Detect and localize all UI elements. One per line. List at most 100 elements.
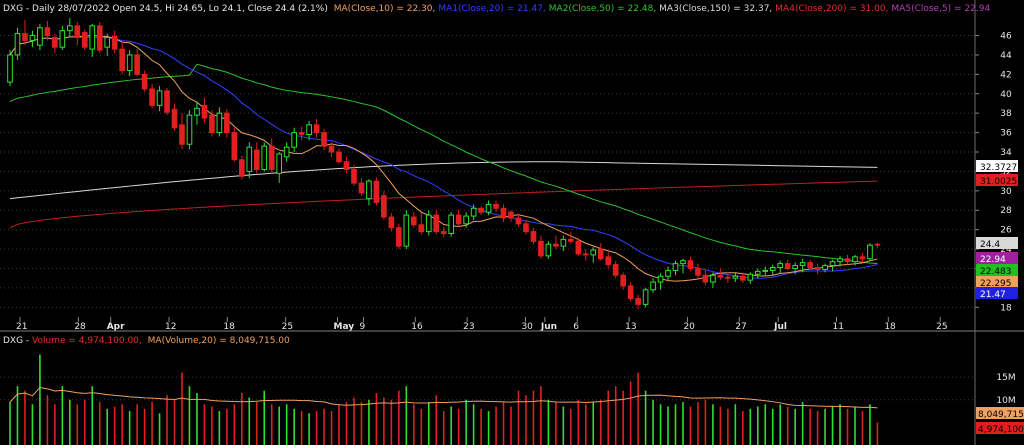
candle-down <box>164 90 170 113</box>
date-axis-labels: 21 28 Apr 12 18 25 May 9 16 23 30 Jun 6 13 20 27 Jul 11 18… <box>16 317 948 332</box>
volume-tag-label: 4,974,100 <box>978 425 1024 435</box>
candle-up <box>89 25 96 50</box>
candle-up <box>485 203 492 213</box>
price-tick-label: 44 <box>1000 51 1012 61</box>
volume-bar <box>712 404 714 445</box>
candle-up <box>650 281 656 291</box>
volume-bar <box>121 404 123 445</box>
volume-bar <box>816 411 819 445</box>
volume-bar <box>592 402 595 445</box>
candle-up <box>14 33 21 56</box>
volume-bar <box>46 395 49 445</box>
volume-bar <box>876 422 879 445</box>
candle-down <box>725 276 731 279</box>
candle-down <box>627 285 634 300</box>
candle-down <box>493 203 499 209</box>
ma10-line <box>9 34 878 282</box>
volume-bar <box>682 402 684 445</box>
volume-bar <box>196 392 198 445</box>
candle-down <box>209 114 215 134</box>
volume-bar <box>794 408 796 445</box>
candle-down <box>530 231 537 242</box>
volume-bar <box>83 399 86 445</box>
volume-bar <box>809 408 811 445</box>
volume-bar <box>854 406 856 445</box>
volume-bar <box>368 399 370 445</box>
volume-bar <box>562 406 565 445</box>
volume-bar <box>517 390 520 445</box>
volume-bar <box>532 390 535 445</box>
volume-bar <box>166 395 168 445</box>
volume-bar <box>323 408 325 445</box>
price-tick-label: 34 <box>1000 148 1012 158</box>
candle-up <box>754 270 761 275</box>
volume-bar <box>427 402 430 445</box>
volume-bar <box>801 402 804 445</box>
volume-bar <box>839 404 841 445</box>
ma-legend-item: MA(Close,10) = 22.30, <box>334 4 436 14</box>
candle-up <box>470 207 477 217</box>
volume-bar <box>383 397 385 445</box>
volume-bar <box>756 406 759 445</box>
candle-down <box>455 214 462 225</box>
volume-bar <box>502 402 505 445</box>
volume-bar <box>300 411 303 445</box>
ma-legend-item: MA2(Close,50) = 22.48, <box>549 4 656 14</box>
price-tick-label: 18 <box>1000 303 1012 313</box>
candle-down <box>238 159 245 177</box>
volume-bar <box>345 402 348 445</box>
volume-bar <box>203 404 206 445</box>
candle-down <box>44 27 51 37</box>
candle-down <box>635 298 641 305</box>
candle-down <box>388 216 395 229</box>
candle-down <box>336 151 342 163</box>
volume-bar <box>577 399 580 445</box>
volume-bar <box>674 404 677 445</box>
stock-chart: 464442403836343230282624222018 32.372731… <box>0 0 1024 445</box>
price-tick-label: 30 <box>1000 187 1012 197</box>
volume-bar <box>338 404 340 445</box>
volume-bar <box>241 392 243 445</box>
price-tag-label: 32.3727 <box>980 163 1017 173</box>
volume-bar <box>151 402 153 445</box>
candle-down <box>538 240 544 257</box>
candle-up <box>156 90 163 106</box>
candle-down <box>814 267 821 270</box>
volume-bar <box>390 399 393 445</box>
volume-bar <box>861 411 864 445</box>
volume-bar <box>188 386 191 445</box>
candle-down <box>149 88 155 106</box>
volume-bar <box>824 408 826 445</box>
volume-bar <box>61 386 64 445</box>
volume-bar <box>510 406 512 445</box>
candle-up <box>642 289 649 305</box>
candle-up <box>777 263 784 268</box>
volume-bar <box>113 406 116 445</box>
candle-down <box>695 267 701 276</box>
volume-bar <box>278 406 280 445</box>
candle-down <box>321 132 327 147</box>
volume-bar <box>637 372 639 445</box>
volume-bar <box>697 402 699 445</box>
volume-bar <box>270 404 273 445</box>
volume-bar <box>659 404 662 445</box>
price-tick-label: 46 <box>1000 32 1012 42</box>
candle-up <box>545 243 552 257</box>
ma-legend-item: MA1(Close,20) = 21.47, <box>438 4 545 14</box>
volume-bar <box>727 408 729 445</box>
volume-bar <box>360 402 363 445</box>
volume-bar <box>570 408 572 445</box>
candle-down <box>784 263 791 269</box>
candle-down <box>568 238 574 242</box>
candle-up <box>261 145 268 170</box>
candle-down <box>253 149 260 170</box>
candle-up <box>672 263 679 271</box>
candle-down <box>22 33 28 41</box>
volume-bar <box>405 386 408 445</box>
volume-bar <box>39 354 41 445</box>
volume-bar <box>315 411 318 445</box>
ma200-line <box>9 180 878 229</box>
candle-down <box>351 168 357 184</box>
candle-up <box>67 25 73 32</box>
ma150-line <box>9 161 878 200</box>
